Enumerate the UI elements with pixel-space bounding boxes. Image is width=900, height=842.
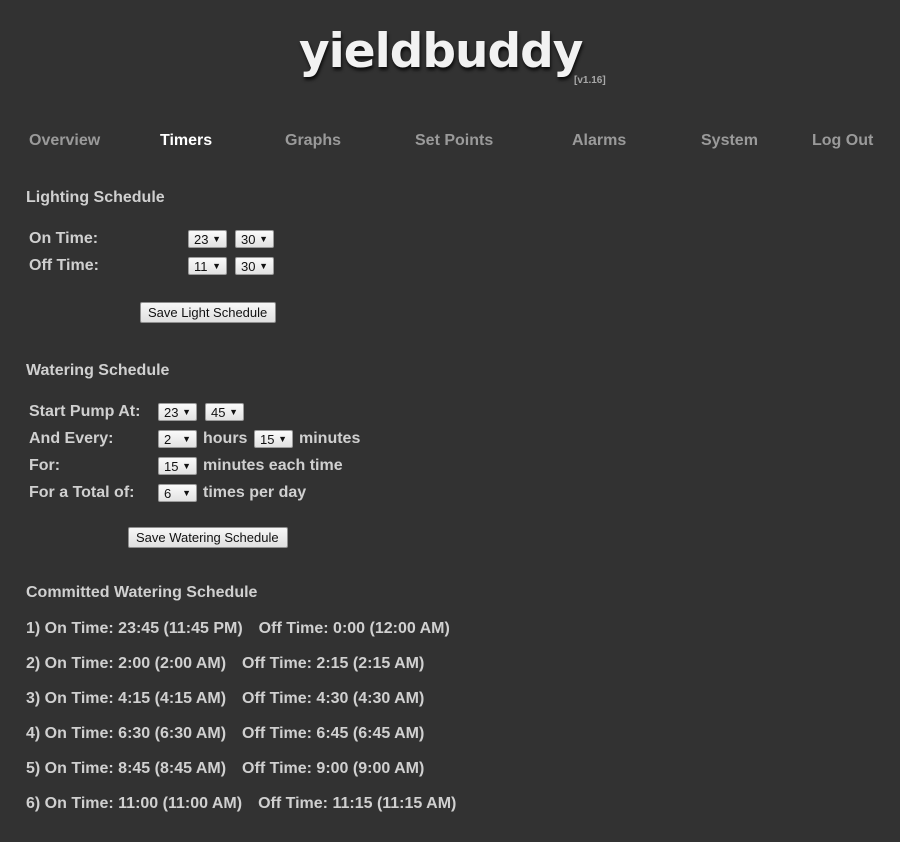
nav-system[interactable]: System bbox=[701, 132, 758, 150]
on-time-label: On Time: bbox=[29, 230, 99, 247]
minutes-each-time-text: minutes each time bbox=[203, 457, 343, 474]
selected-value: 6 bbox=[164, 486, 172, 501]
selected-value: 30 bbox=[241, 232, 256, 247]
duration-minutes-select[interactable]: 15 ▼ bbox=[158, 457, 197, 475]
light-on-hour-select[interactable]: 23 ▼ bbox=[188, 230, 227, 248]
and-every-label: And Every: bbox=[29, 430, 114, 447]
nav-graphs[interactable]: Graphs bbox=[285, 132, 341, 150]
selected-value: 23 bbox=[164, 405, 179, 420]
light-on-minute-select[interactable]: 30 ▼ bbox=[235, 230, 274, 248]
schedule-entry: 6) On Time: 11:00 (11:00 AM) Off Time: 11… bbox=[26, 795, 456, 813]
pump-start-hour-select[interactable]: 23 ▼ bbox=[158, 403, 197, 421]
interval-hours-select[interactable]: 2 ▼ bbox=[158, 430, 197, 448]
selected-value: 15 bbox=[164, 459, 179, 474]
save-watering-schedule-button[interactable]: Save Watering Schedule bbox=[128, 527, 288, 548]
times-per-day-text: times per day bbox=[203, 484, 307, 501]
off-time: Off Time: 2:15 (2:15 AM) bbox=[242, 655, 425, 672]
nav-timers[interactable]: Timers bbox=[160, 132, 212, 150]
dropdown-arrow-icon: ▼ bbox=[229, 407, 238, 417]
total-times-select[interactable]: 6 ▼ bbox=[158, 484, 197, 502]
pump-start-minute-select[interactable]: 45 ▼ bbox=[205, 403, 244, 421]
lighting-schedule-title: Lighting Schedule bbox=[26, 189, 165, 206]
nav-set-points[interactable]: Set Points bbox=[415, 132, 493, 150]
nav-log-out[interactable]: Log Out bbox=[812, 132, 873, 150]
for-label: For: bbox=[29, 457, 61, 474]
nav-alarms[interactable]: Alarms bbox=[572, 132, 626, 150]
on-time: 2) On Time: 2:00 (2:00 AM) bbox=[26, 655, 227, 672]
dropdown-arrow-icon: ▼ bbox=[182, 461, 191, 471]
dropdown-arrow-icon: ▼ bbox=[259, 261, 268, 271]
off-time-label: Off Time: bbox=[29, 257, 99, 274]
dropdown-arrow-icon: ▼ bbox=[259, 234, 268, 244]
dropdown-arrow-icon: ▼ bbox=[278, 434, 287, 444]
hours-text: hours bbox=[203, 430, 248, 447]
on-time: 4) On Time: 6:30 (6:30 AM) bbox=[26, 725, 227, 742]
minutes-text: minutes bbox=[299, 430, 361, 447]
off-time: Off Time: 6:45 (6:45 AM) bbox=[242, 725, 425, 742]
save-light-schedule-button[interactable]: Save Light Schedule bbox=[140, 302, 276, 323]
selected-value: 11 bbox=[194, 259, 208, 274]
app-logo: yieldbuddy bbox=[299, 24, 583, 79]
off-time: Off Time: 11:15 (11:15 AM) bbox=[258, 795, 457, 812]
on-time: 1) On Time: 23:45 (11:45 PM) bbox=[26, 620, 243, 637]
off-time: Off Time: 4:30 (4:30 AM) bbox=[242, 690, 425, 707]
selected-value: 45 bbox=[211, 405, 226, 420]
watering-schedule-title: Watering Schedule bbox=[26, 362, 170, 379]
dropdown-arrow-icon: ▼ bbox=[182, 407, 191, 417]
dropdown-arrow-icon: ▼ bbox=[182, 434, 191, 444]
version-label: [v1.16] bbox=[574, 75, 606, 86]
dropdown-arrow-icon: ▼ bbox=[212, 234, 221, 244]
nav-overview[interactable]: Overview bbox=[29, 132, 100, 150]
total-label: For a Total of: bbox=[29, 484, 135, 501]
selected-value: 2 bbox=[164, 432, 172, 447]
off-time: Off Time: 9:00 (9:00 AM) bbox=[242, 760, 425, 777]
schedule-entry: 1) On Time: 23:45 (11:45 PM) Off Time: 0:… bbox=[26, 620, 450, 638]
off-time: Off Time: 0:00 (12:00 AM) bbox=[258, 620, 450, 637]
schedule-entry: 4) On Time: 6:30 (6:30 AM) Off Time: 6:45… bbox=[26, 725, 424, 743]
light-off-minute-select[interactable]: 30 ▼ bbox=[235, 257, 274, 275]
light-off-hour-select[interactable]: 11 ▼ bbox=[188, 257, 227, 275]
committed-schedule-title: Committed Watering Schedule bbox=[26, 584, 258, 601]
selected-value: 30 bbox=[241, 259, 256, 274]
schedule-entry: 3) On Time: 4:15 (4:15 AM) Off Time: 4:30… bbox=[26, 690, 424, 708]
selected-value: 23 bbox=[194, 232, 209, 247]
dropdown-arrow-icon: ▼ bbox=[182, 488, 191, 498]
start-pump-label: Start Pump At: bbox=[29, 403, 141, 420]
schedule-entry: 5) On Time: 8:45 (8:45 AM) Off Time: 9:00… bbox=[26, 760, 424, 778]
schedule-entry: 2) On Time: 2:00 (2:00 AM) Off Time: 2:15… bbox=[26, 655, 424, 673]
on-time: 6) On Time: 11:00 (11:00 AM) bbox=[26, 795, 243, 812]
selected-value: 15 bbox=[260, 432, 275, 447]
interval-minutes-select[interactable]: 15 ▼ bbox=[254, 430, 293, 448]
on-time: 3) On Time: 4:15 (4:15 AM) bbox=[26, 690, 227, 707]
dropdown-arrow-icon: ▼ bbox=[212, 261, 221, 271]
on-time: 5) On Time: 8:45 (8:45 AM) bbox=[26, 760, 227, 777]
